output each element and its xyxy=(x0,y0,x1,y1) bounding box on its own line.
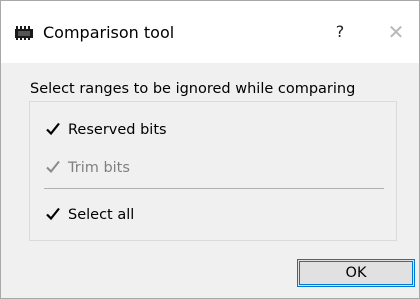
close-button[interactable]: ✕ xyxy=(373,16,419,48)
divider xyxy=(44,188,384,189)
reserved-bits-checkbox[interactable]: Reserved bits xyxy=(46,120,167,140)
trim-bits-label: Trim bits xyxy=(68,160,130,176)
ok-button[interactable]: OK xyxy=(297,259,415,287)
reserved-bits-label: Reserved bits xyxy=(68,122,167,138)
checkmark-icon xyxy=(46,207,60,222)
checkmark-icon xyxy=(46,160,60,175)
title-bar[interactable]: Comparison tool ? ✕ xyxy=(1,1,419,63)
select-all-checkbox[interactable]: Select all xyxy=(46,205,134,225)
window-title: Comparison tool xyxy=(43,23,175,42)
checkmark-icon xyxy=(46,122,60,137)
group-title: Select ranges to be ignored while compar… xyxy=(30,81,356,97)
chip-icon xyxy=(15,25,33,40)
comparison-dialog: Comparison tool ? ✕ Select ranges to be … xyxy=(0,0,420,299)
help-button[interactable]: ? xyxy=(317,16,363,48)
select-all-label: Select all xyxy=(68,207,135,223)
trim-bits-checkbox[interactable]: Trim bits xyxy=(46,158,130,178)
